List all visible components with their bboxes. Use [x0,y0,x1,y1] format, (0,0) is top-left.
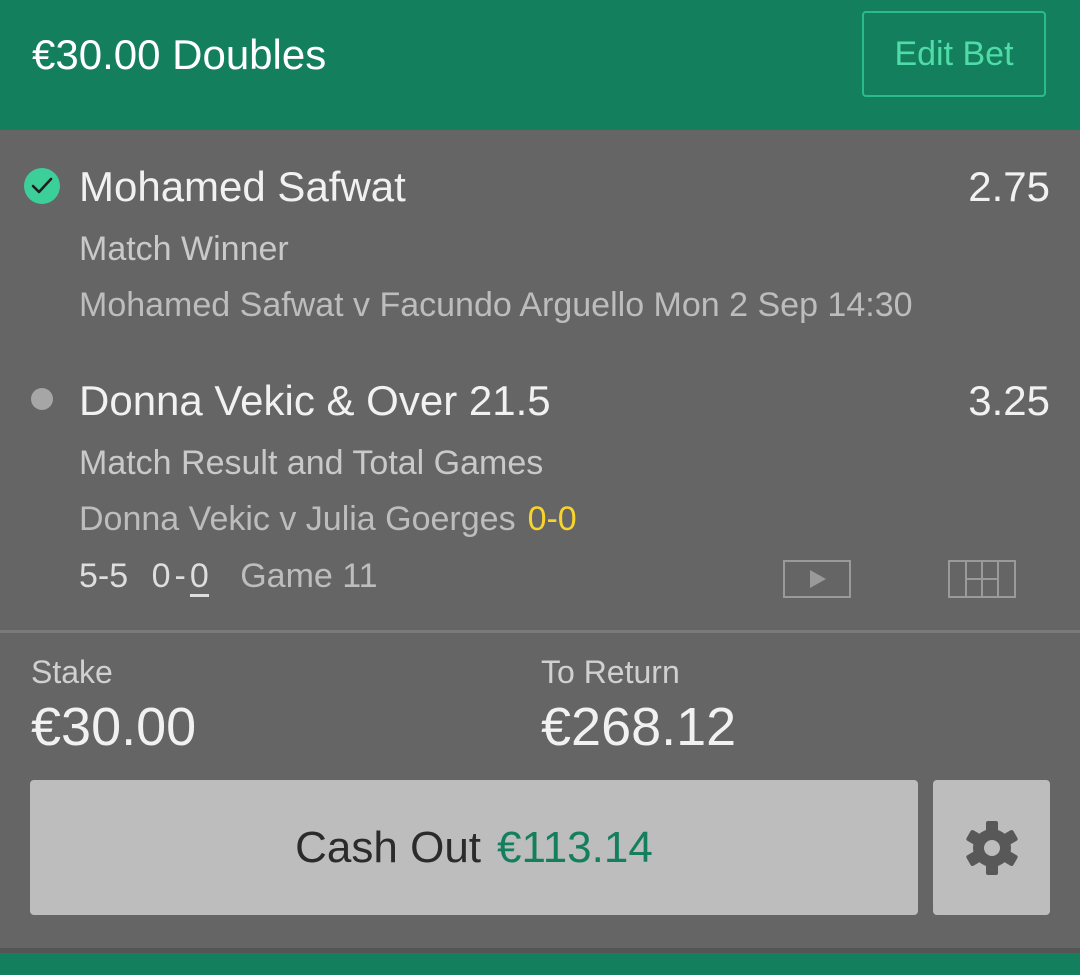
points-away: 0 [189,557,209,597]
cash-out-label: Cash Out [295,823,482,872]
selection-odds: 3.25 [968,377,1050,424]
selection-name: Donna Vekic & Over 21.5 [79,377,551,424]
selection-odds: 2.75 [968,163,1050,210]
cash-out-settings-button[interactable] [933,780,1050,915]
bottom-bar [0,953,1080,975]
gear-icon [966,821,1018,875]
live-score: 0-0 [527,500,577,538]
cash-out-amount: €113.14 [497,823,653,872]
edit-bet-button[interactable]: Edit Bet [862,11,1046,97]
event-teams: Donna Vekic v Julia Goerges [79,500,516,538]
set-score: 5-5 [79,557,129,595]
stake-label: Stake [31,654,113,690]
bet-header: €30.00 Doubles Edit Bet [0,0,1080,130]
check-circle-icon [24,168,60,204]
points-separator: - [174,557,186,595]
stake-value: €30.00 [31,697,197,757]
to-return-value: €268.12 [541,697,737,757]
game-label: Game 11 [240,557,378,595]
selection-event: Donna Vekic v Julia Goerges 0-0 [79,498,577,540]
points-home: 0 [151,557,171,595]
bet-title: €30.00 Doubles [32,31,327,78]
selection-event: Mohamed Safwat v Facundo Arguello Mon 2 … [79,286,913,324]
live-scoreboard: 5-5 0-0 Game 11 [79,555,378,597]
selections-list: Mohamed Safwat 2.75 Match Winner Mohamed… [0,130,1080,630]
cash-out-button[interactable]: Cash Out €113.14 [30,780,918,915]
selection-market: Match Winner [79,230,289,268]
bet-footer: Stake €30.00 To Return €268.12 Cash Out €… [0,633,1080,950]
selection-name: Mohamed Safwat [79,163,406,210]
to-return-label: To Return [541,654,680,690]
match-tracker-icon[interactable] [948,560,1016,598]
selection-market: Match Result and Total Games [79,444,544,482]
play-video-icon[interactable] [783,560,851,598]
dot-icon [31,388,53,410]
